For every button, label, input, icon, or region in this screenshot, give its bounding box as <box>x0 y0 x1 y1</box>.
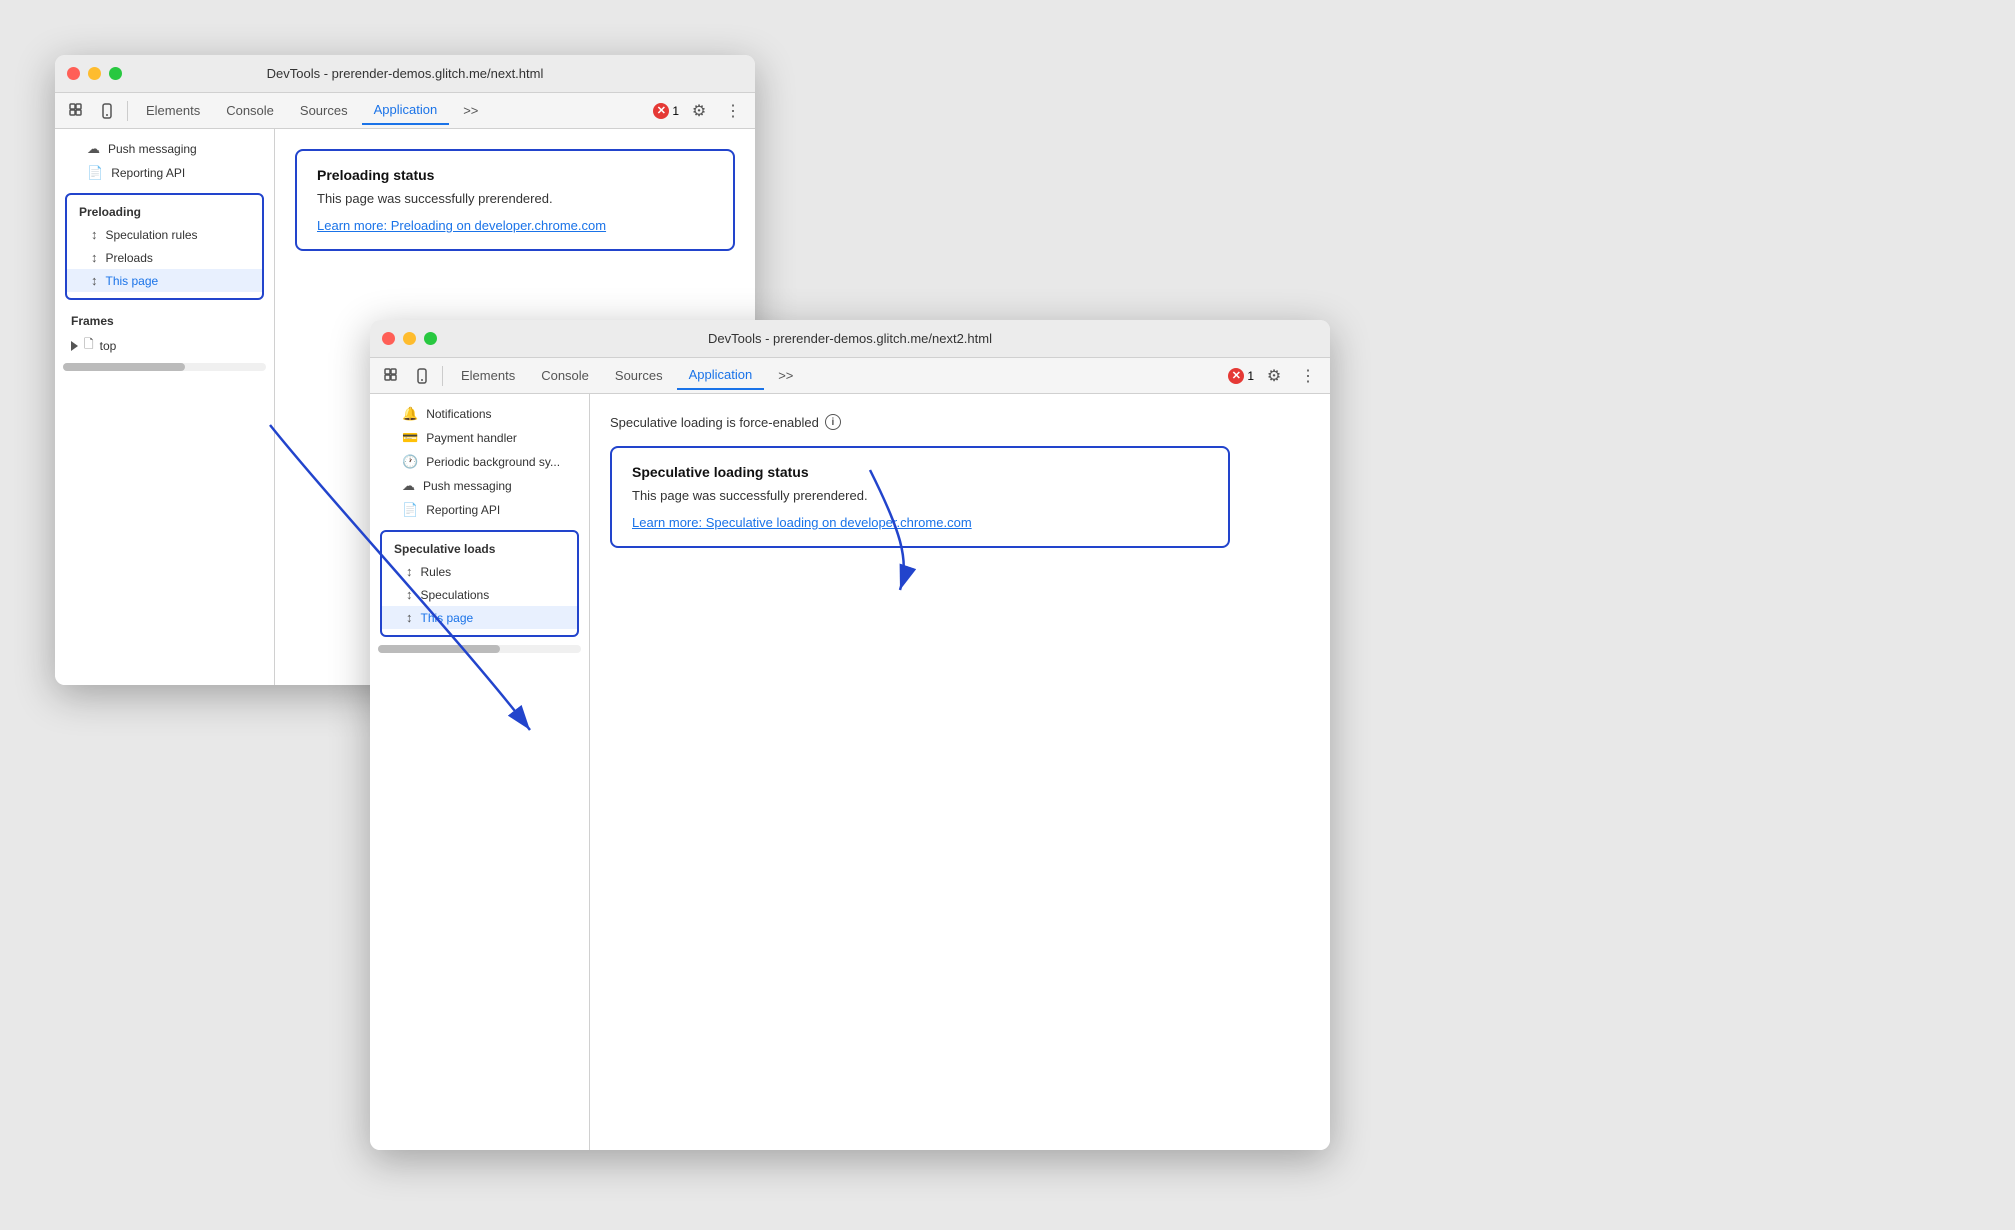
error-badge-1[interactable]: ✕ 1 <box>653 103 679 119</box>
toolbar-divider-1 <box>127 101 128 121</box>
payment-icon-2: 💳 <box>402 430 418 446</box>
speculative-loads-header-2: Speculative loads <box>382 538 577 560</box>
device-icon-1[interactable] <box>93 97 121 125</box>
frames-top-1[interactable]: 🗋 top <box>55 332 274 359</box>
preloading-status-card: Preloading status This page was successf… <box>295 149 735 251</box>
speculative-loading-learn-more-link[interactable]: Learn more: Speculative loading on devel… <box>632 515 972 530</box>
sidebar-item-rules-2[interactable]: ↕ Rules <box>382 560 577 583</box>
minimize-button-1[interactable] <box>88 67 101 80</box>
sidebar-scrollbar-1[interactable] <box>63 363 266 371</box>
error-badge-2[interactable]: ✕ 1 <box>1228 368 1254 384</box>
window-title-1: DevTools - prerender-demos.glitch.me/nex… <box>267 66 544 81</box>
titlebar-2: DevTools - prerender-demos.glitch.me/nex… <box>370 320 1330 358</box>
frames-header-1: Frames <box>55 308 274 332</box>
cloud-icon-1: ☁ <box>87 141 100 157</box>
sidebar-item-push-messaging-1[interactable]: ☁ Push messaging <box>55 137 274 161</box>
devtools-window-2: DevTools - prerender-demos.glitch.me/nex… <box>370 320 1330 1150</box>
updown-icon-preloads-1: ↕ <box>91 250 98 265</box>
close-button-1[interactable] <box>67 67 80 80</box>
sidebar-item-reporting-api-1[interactable]: 📄 Reporting API <box>55 161 274 185</box>
cursor-icon-1[interactable] <box>63 97 91 125</box>
speculative-loading-text: This page was successfully prerendered. <box>632 488 1208 503</box>
tab-elements-2[interactable]: Elements <box>449 362 527 390</box>
toolbar-2: Elements Console Sources Application >> … <box>370 358 1330 394</box>
preloading-learn-more-link[interactable]: Learn more: Preloading on developer.chro… <box>317 218 606 233</box>
more-icon-2[interactable]: ⋮ <box>1294 362 1322 390</box>
preloading-header-1: Preloading <box>67 201 262 223</box>
speculative-loading-title: Speculative loading status <box>632 464 1208 480</box>
tab-sources-2[interactable]: Sources <box>603 362 675 390</box>
sidebar-item-payment-2[interactable]: 💳 Payment handler <box>370 426 589 450</box>
force-enabled-notice: Speculative loading is force-enabled i <box>610 414 1310 430</box>
toolbar-divider-2 <box>442 366 443 386</box>
more-tabs-1[interactable]: >> <box>451 97 490 125</box>
sidebar-item-preloads-1[interactable]: ↕ Preloads <box>67 246 262 269</box>
sidebar-item-push-2[interactable]: ☁ Push messaging <box>370 474 589 498</box>
sidebar-1: ☁ Push messaging 📄 Reporting API Preload… <box>55 129 275 685</box>
clock-icon-2: 🕐 <box>402 454 418 470</box>
cursor-icon-2[interactable] <box>378 362 406 390</box>
speculative-loading-status-card: Speculative loading status This page was… <box>610 446 1230 548</box>
info-icon[interactable]: i <box>825 414 841 430</box>
toolbar-right-2: ✕ 1 ⚙ ⋮ <box>1228 362 1322 390</box>
error-count-2: 1 <box>1247 369 1254 383</box>
sidebar-item-speculation-rules-1[interactable]: ↕ Speculation rules <box>67 223 262 246</box>
speculative-loads-section-2: Speculative loads ↕ Rules ↕ Speculations… <box>380 530 579 637</box>
bell-icon-2: 🔔 <box>402 406 418 422</box>
sidebar-item-reporting-2[interactable]: 📄 Reporting API <box>370 498 589 522</box>
preloading-status-text: This page was successfully prerendered. <box>317 191 713 206</box>
minimize-button-2[interactable] <box>403 332 416 345</box>
frames-section-1: Frames 🗋 top <box>55 308 274 359</box>
preloading-status-title: Preloading status <box>317 167 713 183</box>
updown-icon-speculations-2: ↕ <box>406 587 413 602</box>
tab-sources-1[interactable]: Sources <box>288 97 360 125</box>
maximize-button-2[interactable] <box>424 332 437 345</box>
toolbar-right-1: ✕ 1 ⚙ ⋮ <box>653 97 747 125</box>
window-title-2: DevTools - prerender-demos.glitch.me/nex… <box>708 331 992 346</box>
titlebar-1: DevTools - prerender-demos.glitch.me/nex… <box>55 55 755 93</box>
tree-triangle-1 <box>71 341 78 351</box>
more-icon-1[interactable]: ⋮ <box>719 97 747 125</box>
sidebar-item-notifications-2[interactable]: 🔔 Notifications <box>370 402 589 426</box>
force-enabled-text: Speculative loading is force-enabled <box>610 415 819 430</box>
window-controls-1 <box>67 67 122 80</box>
settings-icon-2[interactable]: ⚙ <box>1260 362 1288 390</box>
sidebar-2: 🔔 Notifications 💳 Payment handler 🕐 Peri… <box>370 394 590 1150</box>
settings-icon-1[interactable]: ⚙ <box>685 97 713 125</box>
tab-application-1[interactable]: Application <box>362 97 450 125</box>
folder-icon-1: 🗋 <box>84 335 94 356</box>
scroll-thumb-2 <box>378 645 500 653</box>
sidebar-item-this-page-2[interactable]: ↕ This page <box>382 606 577 629</box>
updown-icon-rules-2: ↕ <box>406 564 413 579</box>
maximize-button-1[interactable] <box>109 67 122 80</box>
devtools-body-2: 🔔 Notifications 💳 Payment handler 🕐 Peri… <box>370 394 1330 1150</box>
scroll-thumb-1 <box>63 363 185 371</box>
sidebar-item-periodic-2[interactable]: 🕐 Periodic background sy... <box>370 450 589 474</box>
sidebar-item-speculations-2[interactable]: ↕ Speculations <box>382 583 577 606</box>
error-icon-2: ✕ <box>1228 368 1244 384</box>
updown-icon-page-1: ↕ <box>91 273 98 288</box>
error-icon-1: ✕ <box>653 103 669 119</box>
window-controls-2 <box>382 332 437 345</box>
updown-icon-spec-1: ↕ <box>91 227 98 242</box>
tab-elements-1[interactable]: Elements <box>134 97 212 125</box>
error-count-1: 1 <box>672 104 679 118</box>
file-icon-2: 📄 <box>402 502 418 518</box>
sidebar-scrollbar-2[interactable] <box>378 645 581 653</box>
more-tabs-2[interactable]: >> <box>766 362 805 390</box>
toolbar-1: Elements Console Sources Application >> … <box>55 93 755 129</box>
updown-icon-page-2: ↕ <box>406 610 413 625</box>
tab-console-1[interactable]: Console <box>214 97 286 125</box>
preloading-section-1: Preloading ↕ Speculation rules ↕ Preload… <box>65 193 264 300</box>
main-content-2: Speculative loading is force-enabled i S… <box>590 394 1330 1150</box>
sidebar-item-this-page-1[interactable]: ↕ This page <box>67 269 262 292</box>
tab-application-2[interactable]: Application <box>677 362 765 390</box>
tab-console-2[interactable]: Console <box>529 362 601 390</box>
close-button-2[interactable] <box>382 332 395 345</box>
cloud-icon-2: ☁ <box>402 478 415 494</box>
device-icon-2[interactable] <box>408 362 436 390</box>
file-icon-1: 📄 <box>87 165 103 181</box>
